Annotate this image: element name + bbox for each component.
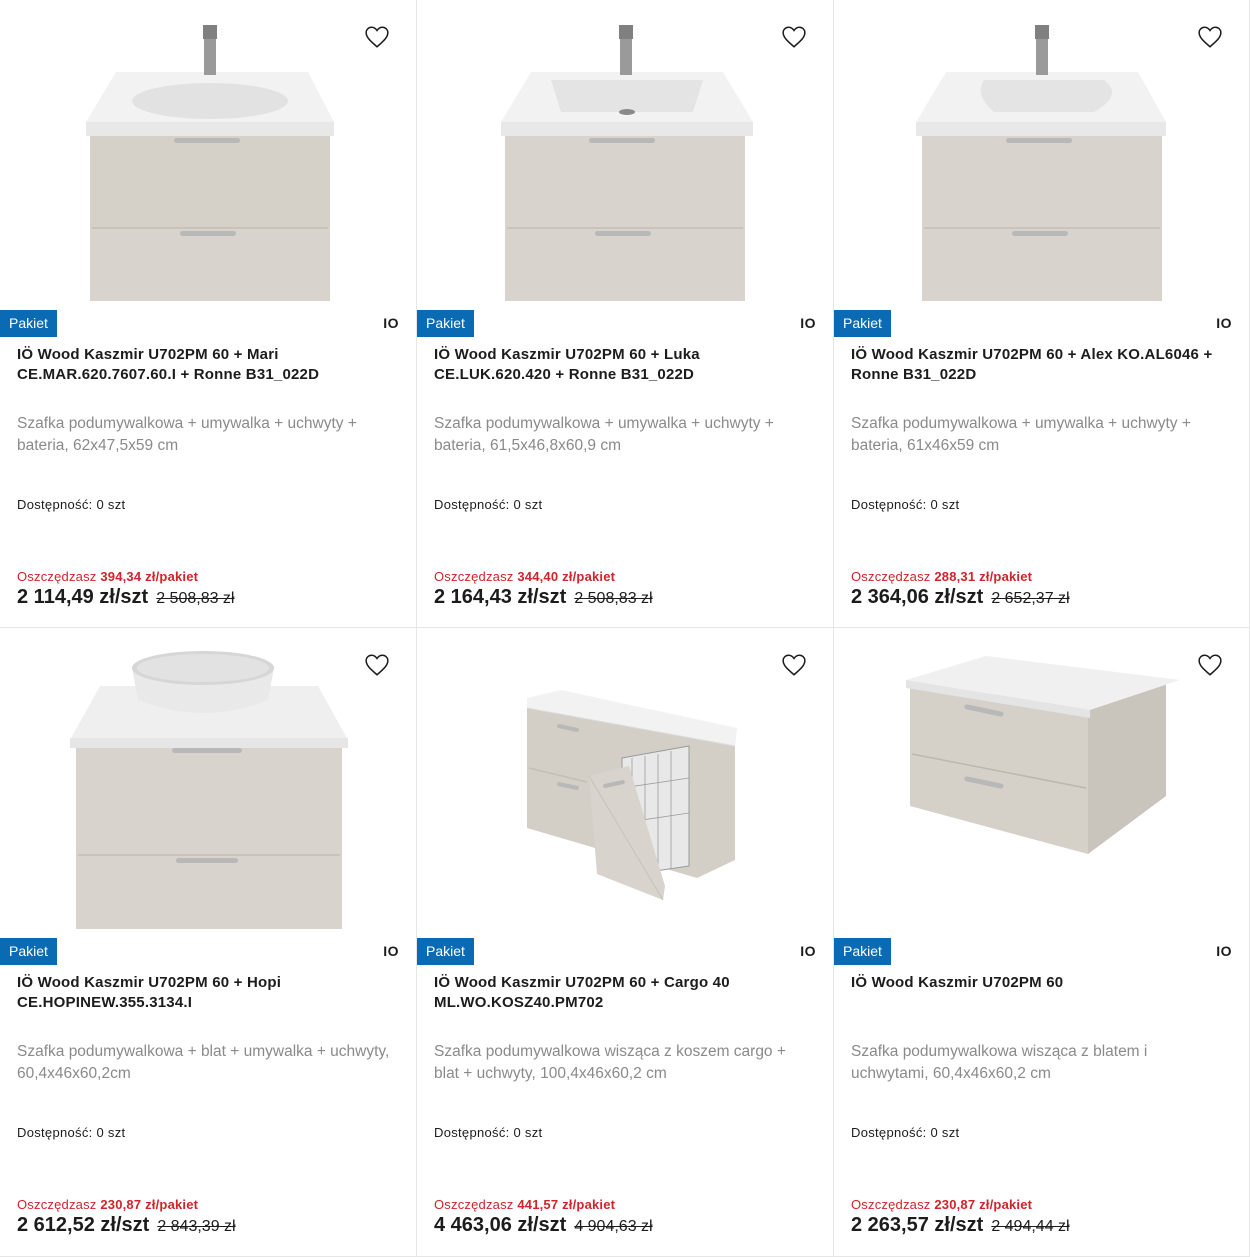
availability-text: Dostępność: 0 szt (17, 497, 126, 512)
product-image[interactable] (417, 628, 833, 933)
product-card[interactable]: Pakiet IO IÖ Wood Kaszmir U702PM 60 + Ca… (416, 627, 834, 1257)
product-title[interactable]: IÖ Wood Kaszmir U702PM 60 + Hopi CE.HOPI… (17, 973, 394, 1013)
savings-label: Oszczędzasz (17, 569, 97, 584)
old-price: 2 843,39 zł (157, 1218, 236, 1235)
product-description: Szafka podumywalkowa + umywalka + uchwyt… (434, 415, 774, 454)
heart-icon[interactable] (781, 24, 807, 50)
vanity-with-basin-and-faucet-icon (501, 25, 753, 301)
savings-text: Oszczędzasz 394,34 zł/pakiet (17, 569, 198, 584)
old-price: 2 494,44 zł (991, 1218, 1070, 1235)
product-description: Szafka podumywalkowa + blat + umywalka +… (17, 1043, 390, 1082)
vanity-with-countertop-icon (906, 656, 1180, 854)
package-badge: Pakiet (417, 938, 474, 965)
current-price: 2 114,49 zł/szt (17, 586, 149, 608)
brand-logo: IO (383, 315, 399, 331)
package-badge: Pakiet (0, 310, 57, 337)
brand-logo: IO (800, 315, 816, 331)
product-card[interactable]: Pakiet IO IÖ Wood Kaszmir U702PM 60 + Ma… (0, 0, 417, 628)
savings-label: Oszczędzasz (851, 569, 931, 584)
savings-label: Oszczędzasz (434, 1197, 514, 1212)
vanity-with-basin-and-faucet-icon (86, 25, 334, 301)
brand-logo: IO (800, 943, 816, 959)
brand-logo: IO (383, 943, 399, 959)
savings-value: 230,87 zł/pakiet (100, 1197, 199, 1212)
product-image[interactable] (834, 628, 1249, 933)
product-image[interactable] (0, 0, 416, 305)
product-grid: Pakiet IO IÖ Wood Kaszmir U702PM 60 + Ma… (0, 0, 1250, 1257)
vanity-with-cargo-basket-icon (526, 690, 737, 901)
price-row: 2 164,43 zł/szt 2 508,83 zł (434, 586, 653, 609)
savings-text: Oszczędzasz 344,40 zł/pakiet (434, 569, 615, 584)
savings-text: Oszczędzasz 441,57 zł/pakiet (434, 1197, 615, 1212)
current-price: 2 263,57 zł/szt (851, 1214, 984, 1236)
product-card[interactable]: Pakiet IO IÖ Wood Kaszmir U702PM 60 + Al… (833, 0, 1250, 628)
product-description: Szafka podumywalkowa wisząca z blatem i … (851, 1043, 1148, 1082)
heart-icon[interactable] (1197, 24, 1223, 50)
availability-text: Dostępność: 0 szt (17, 1125, 126, 1140)
vanity-with-bowl-basin-icon (70, 651, 348, 929)
savings-text: Oszczędzasz 288,31 zł/pakiet (851, 569, 1032, 584)
package-badge: Pakiet (834, 938, 891, 965)
package-badge: Pakiet (0, 938, 57, 965)
savings-value: 441,57 zł/pakiet (517, 1197, 616, 1212)
product-card[interactable]: Pakiet IO IÖ Wood Kaszmir U702PM 60 Szaf… (833, 627, 1250, 1257)
product-description: Szafka podumywalkowa wisząca z koszem ca… (434, 1043, 786, 1082)
product-title[interactable]: IÖ Wood Kaszmir U702PM 60 + Mari CE.MAR.… (17, 345, 394, 385)
product-card[interactable]: Pakiet IO IÖ Wood Kaszmir U702PM 60 + Lu… (416, 0, 834, 628)
vanity-with-basin-and-faucet-icon (916, 25, 1166, 301)
package-badge: Pakiet (417, 310, 474, 337)
savings-text: Oszczędzasz 230,87 zł/pakiet (17, 1197, 198, 1212)
savings-value: 288,31 zł/pakiet (934, 569, 1033, 584)
savings-label: Oszczędzasz (17, 1197, 97, 1212)
price-row: 2 364,06 zł/szt 2 652,37 zł (851, 586, 1070, 609)
current-price: 4 463,06 zł/szt (434, 1214, 567, 1236)
current-price: 2 612,52 zł/szt (17, 1214, 150, 1236)
availability-text: Dostępność: 0 szt (851, 1125, 960, 1140)
product-title[interactable]: IÖ Wood Kaszmir U702PM 60 + Cargo 40 ML.… (434, 973, 811, 1013)
savings-value: 394,34 zł/pakiet (100, 569, 199, 584)
price-row: 2 612,52 zł/szt 2 843,39 zł (17, 1214, 236, 1237)
old-price: 2 508,83 zł (574, 590, 653, 607)
availability-text: Dostępność: 0 szt (434, 1125, 543, 1140)
savings-text: Oszczędzasz 230,87 zł/pakiet (851, 1197, 1032, 1212)
current-price: 2 364,06 zł/szt (851, 586, 984, 608)
product-title[interactable]: IÖ Wood Kaszmir U702PM 60 (851, 973, 1227, 993)
product-title[interactable]: IÖ Wood Kaszmir U702PM 60 + Alex KO.AL60… (851, 345, 1227, 385)
heart-icon[interactable] (364, 24, 390, 50)
savings-label: Oszczędzasz (851, 1197, 931, 1212)
heart-icon[interactable] (781, 652, 807, 678)
savings-value: 344,40 zł/pakiet (517, 569, 616, 584)
old-price: 4 904,63 zł (574, 1218, 653, 1235)
price-row: 2 263,57 zł/szt 2 494,44 zł (851, 1214, 1070, 1237)
product-image[interactable] (834, 0, 1249, 305)
old-price: 2 652,37 zł (991, 590, 1070, 607)
availability-text: Dostępność: 0 szt (434, 497, 543, 512)
product-description: Szafka podumywalkowa + umywalka + uchwyt… (17, 415, 357, 454)
product-description: Szafka podumywalkowa + umywalka + uchwyt… (851, 415, 1191, 454)
heart-icon[interactable] (364, 652, 390, 678)
heart-icon[interactable] (1197, 652, 1223, 678)
brand-logo: IO (1216, 943, 1232, 959)
availability-text: Dostępność: 0 szt (851, 497, 960, 512)
product-card[interactable]: Pakiet IO IÖ Wood Kaszmir U702PM 60 + Ho… (0, 627, 417, 1257)
package-badge: Pakiet (834, 310, 891, 337)
price-row: 4 463,06 zł/szt 4 904,63 zł (434, 1214, 653, 1237)
savings-value: 230,87 zł/pakiet (934, 1197, 1033, 1212)
current-price: 2 164,43 zł/szt (434, 586, 567, 608)
old-price: 2 508,83 zł (156, 590, 235, 607)
product-title[interactable]: IÖ Wood Kaszmir U702PM 60 + Luka CE.LUK.… (434, 345, 811, 385)
savings-label: Oszczędzasz (434, 569, 514, 584)
price-row: 2 114,49 zł/szt 2 508,83 zł (17, 586, 234, 609)
product-image[interactable] (0, 628, 416, 933)
brand-logo: IO (1216, 315, 1232, 331)
product-image[interactable] (417, 0, 833, 305)
